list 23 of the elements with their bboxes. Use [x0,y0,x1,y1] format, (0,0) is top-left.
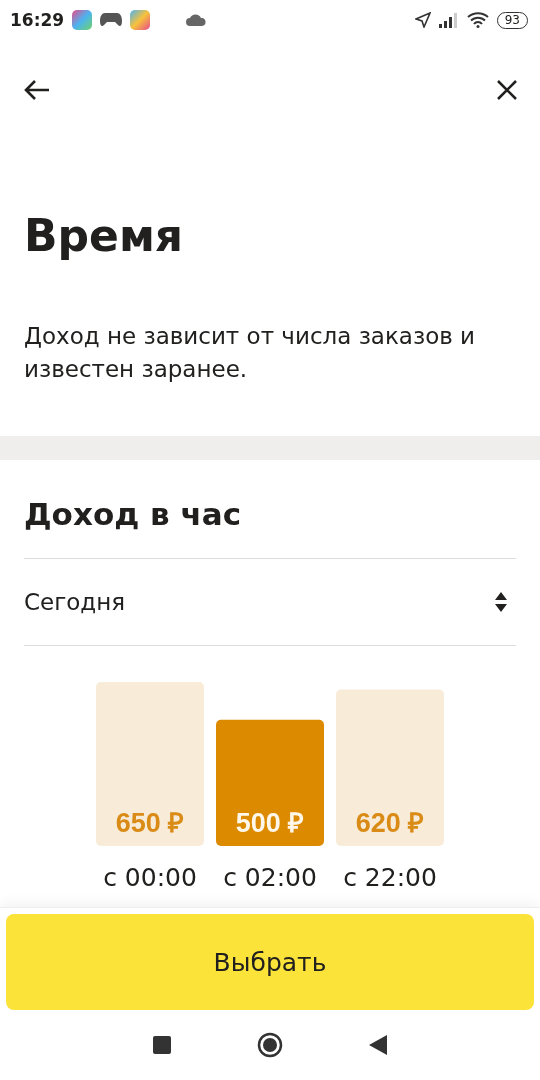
app-icon [72,10,93,30]
app-icon [130,10,151,30]
back-icon[interactable] [369,1035,387,1055]
home-icon[interactable] [257,1032,283,1058]
status-time: 16:29 [10,10,65,30]
cloud-icon [186,14,207,26]
signal-icon [438,12,459,28]
page-title: Время [24,210,185,262]
sort-icon [494,591,508,613]
location-icon [414,12,431,28]
slot-time: с 22:00 [343,863,437,892]
slot-time: с 02:00 [223,863,317,892]
select-button[interactable]: Выбрать [6,914,534,1010]
section-title: Доход в час [24,495,242,534]
day-select[interactable]: Сегодня [24,559,516,645]
slot-time: с 00:00 [103,863,197,892]
price-bar[interactable] [216,719,324,846]
gamepad-icon [100,13,123,27]
price-label: 650 ₽ [115,808,185,838]
price-label: 500 ₽ [235,808,305,838]
wifi-icon [466,12,489,28]
description-text: Доход не зависит от числа заказов и известен заранее. [24,322,477,384]
price-label: 620 ₽ [355,808,425,838]
